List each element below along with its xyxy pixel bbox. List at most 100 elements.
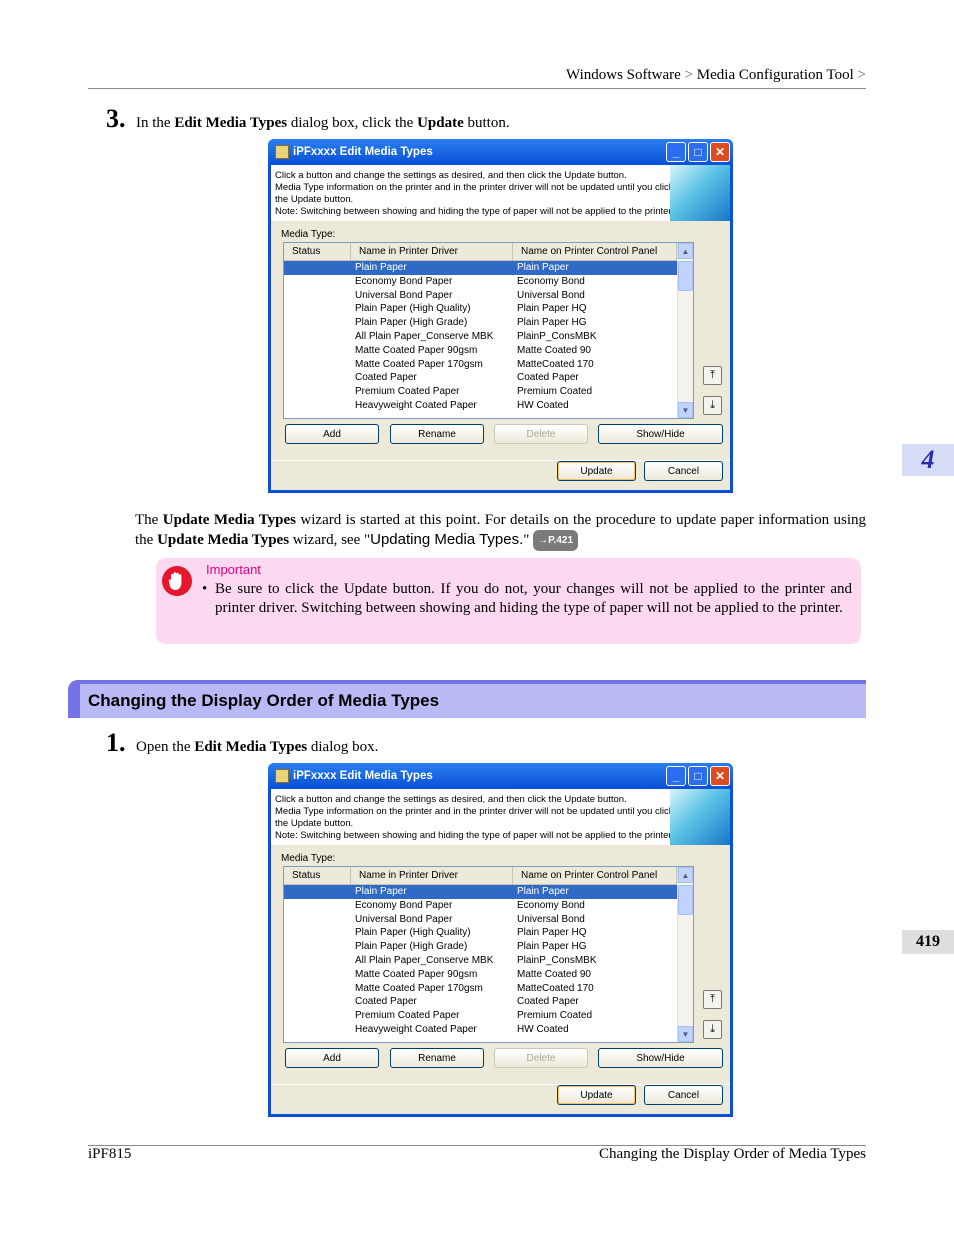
show-hide-button[interactable]: Show/Hide <box>598 424 723 444</box>
column-name-in-driver[interactable]: Name in Printer Driver <box>351 243 513 260</box>
scroll-thumb[interactable] <box>678 885 693 915</box>
breadcrumb-windows-software[interactable]: Windows Software <box>566 67 681 83</box>
scroll-up-icon[interactable]: ▲ <box>678 243 693 259</box>
minimize-icon[interactable]: _ <box>666 766 686 786</box>
list-item[interactable]: Plain Paper Plain Paper <box>284 885 677 899</box>
vertical-scrollbar[interactable]: ▲ ▼ <box>677 867 693 1042</box>
list-item[interactable]: Matte Coated Paper 170gsm MatteCoated 170 <box>284 358 677 372</box>
add-button[interactable]: Add <box>285 424 379 444</box>
important-title: Important <box>206 562 261 577</box>
vertical-scrollbar[interactable]: ▲ ▼ <box>677 243 693 418</box>
driver-name-cell: Premium Coated Paper <box>355 386 460 398</box>
list-item[interactable]: Premium Coated Paper Premium Coated <box>284 385 677 399</box>
list-item[interactable]: Coated Paper Coated Paper <box>284 995 677 1009</box>
panel-name-cell: Plain Paper HG <box>517 317 587 329</box>
footer-section-title: Changing the Display Order of Media Type… <box>599 1146 866 1162</box>
scroll-down-icon[interactable]: ▼ <box>678 1026 693 1042</box>
delete-button[interactable]: Delete <box>494 424 588 444</box>
close-icon[interactable]: ✕ <box>710 142 730 162</box>
step-text: Open the Edit Media Types dialog box. <box>136 739 379 755</box>
list-item[interactable]: Premium Coated Paper Premium Coated <box>284 1009 677 1023</box>
list-item[interactable]: Economy Bond Paper Economy Bond <box>284 275 677 289</box>
driver-name-cell: Plain Paper <box>355 262 407 273</box>
update-button[interactable]: Update <box>557 461 636 481</box>
edit-media-types-dialog: iPFxxxx Edit Media Types _ □ ✕ Click a b… <box>268 763 733 1117</box>
list-item[interactable]: Matte Coated Paper 170gsm MatteCoated 170 <box>284 982 677 996</box>
updating-media-types-link[interactable]: Updating Media Types. <box>370 531 523 548</box>
rename-button[interactable]: Rename <box>390 424 484 444</box>
page-number: 419 <box>902 930 954 954</box>
show-hide-button[interactable]: Show/Hide <box>598 1048 723 1068</box>
section-heading-tab <box>68 680 80 718</box>
info-panel: Click a button and change the settings a… <box>271 789 730 845</box>
status-cell <box>284 330 351 344</box>
move-up-button[interactable]: ⤒ <box>703 366 722 385</box>
step-text: In the Edit Media Types dialog box, clic… <box>136 115 510 131</box>
wizard-paragraph: The Update Media Types wizard is started… <box>135 511 866 551</box>
list-item[interactable]: Plain Paper Plain Paper <box>284 261 677 275</box>
column-name-on-panel[interactable]: Name on Printer Control Panel <box>513 243 677 260</box>
breadcrumb-media-configuration-tool[interactable]: Media Configuration Tool <box>697 67 854 83</box>
cancel-button[interactable]: Cancel <box>644 461 723 481</box>
media-type-list[interactable]: Status Name in Printer Driver Name on Pr… <box>283 866 694 1043</box>
move-down-button[interactable]: ⤓ <box>703 1020 722 1039</box>
panel-name-cell: Coated Paper <box>517 372 579 384</box>
column-name-on-panel[interactable]: Name on Printer Control Panel <box>513 867 677 884</box>
list-item[interactable]: Matte Coated Paper 90gsm Matte Coated 90 <box>284 968 677 982</box>
move-down-icon: ⤓ <box>710 1023 715 1035</box>
list-item[interactable]: Matte Coated Paper 90gsm Matte Coated 90 <box>284 344 677 358</box>
move-down-button[interactable]: ⤓ <box>703 396 722 415</box>
list-item[interactable]: Coated Paper Coated Paper <box>284 371 677 385</box>
driver-name-cell: Plain Paper (High Quality) <box>355 927 471 939</box>
dialog-titlebar[interactable]: iPFxxxx Edit Media Types _ □ ✕ <box>268 139 733 165</box>
dialog-titlebar[interactable]: iPFxxxx Edit Media Types _ □ ✕ <box>268 763 733 789</box>
bullet: • <box>202 581 208 597</box>
list-item[interactable]: All Plain Paper_Conserve MBK PlainP_ConsM… <box>284 330 677 344</box>
panel-name-cell: Plain Paper HQ <box>517 303 587 315</box>
media-type-list[interactable]: Status Name in Printer Driver Name on Pr… <box>283 242 694 419</box>
column-status[interactable]: Status <box>284 867 351 884</box>
column-name-in-driver[interactable]: Name in Printer Driver <box>351 867 513 884</box>
driver-name-cell: All Plain Paper_Conserve MBK <box>355 954 494 966</box>
status-cell <box>284 926 351 940</box>
list-item[interactable]: Universal Bond Paper Universal Bond <box>284 913 677 927</box>
driver-name-cell: Matte Coated Paper 170gsm <box>355 358 483 370</box>
list-item[interactable]: Plain Paper (High Grade) Plain Paper HG <box>284 940 677 954</box>
maximize-icon[interactable]: □ <box>688 766 708 786</box>
minimize-icon[interactable]: _ <box>666 142 686 162</box>
list-item[interactable]: Heavyweight Coated Paper HW Coated <box>284 399 677 413</box>
scroll-down-icon[interactable]: ▼ <box>678 402 693 418</box>
list-item[interactable]: Economy Bond Paper Economy Bond <box>284 899 677 913</box>
paper-stack-illustration <box>670 789 730 845</box>
footer-model: iPF815 <box>88 1146 132 1162</box>
scroll-up-icon[interactable]: ▲ <box>678 867 693 883</box>
delete-button[interactable]: Delete <box>494 1048 588 1068</box>
list-item[interactable]: All Plain Paper_Conserve MBK PlainP_ConsM… <box>284 954 677 968</box>
driver-name-cell: Heavyweight Coated Paper <box>355 399 477 411</box>
rename-button[interactable]: Rename <box>390 1048 484 1068</box>
media-type-label: Media Type: <box>281 229 336 240</box>
move-up-button[interactable]: ⤒ <box>703 990 722 1009</box>
update-button[interactable]: Update <box>557 1085 636 1105</box>
page-reference-badge[interactable]: →P.421 <box>533 530 578 551</box>
stop-hand-icon <box>162 566 192 596</box>
list-item[interactable]: Plain Paper (High Grade) Plain Paper HG <box>284 316 677 330</box>
driver-name-cell: Matte Coated Paper 170gsm <box>355 982 483 994</box>
add-button[interactable]: Add <box>285 1048 379 1068</box>
dialog-title: iPFxxxx Edit Media Types <box>293 146 433 158</box>
list-item[interactable]: Plain Paper (High Quality) Plain Paper HQ <box>284 926 677 940</box>
status-cell <box>284 316 351 330</box>
scroll-thumb[interactable] <box>678 261 693 291</box>
info-panel: Click a button and change the settings a… <box>271 165 730 221</box>
close-icon[interactable]: ✕ <box>710 766 730 786</box>
list-item[interactable]: Plain Paper (High Quality) Plain Paper HQ <box>284 302 677 316</box>
app-icon <box>275 145 289 159</box>
cancel-button[interactable]: Cancel <box>644 1085 723 1105</box>
column-status[interactable]: Status <box>284 243 351 260</box>
panel-name-cell: MatteCoated 170 <box>517 358 594 370</box>
list-item[interactable]: Heavyweight Coated Paper HW Coated <box>284 1023 677 1037</box>
maximize-icon[interactable]: □ <box>688 142 708 162</box>
panel-name-cell: Premium Coated <box>517 1010 593 1022</box>
chapter-tab[interactable]: 4 <box>902 444 954 476</box>
list-item[interactable]: Universal Bond Paper Universal Bond <box>284 289 677 303</box>
